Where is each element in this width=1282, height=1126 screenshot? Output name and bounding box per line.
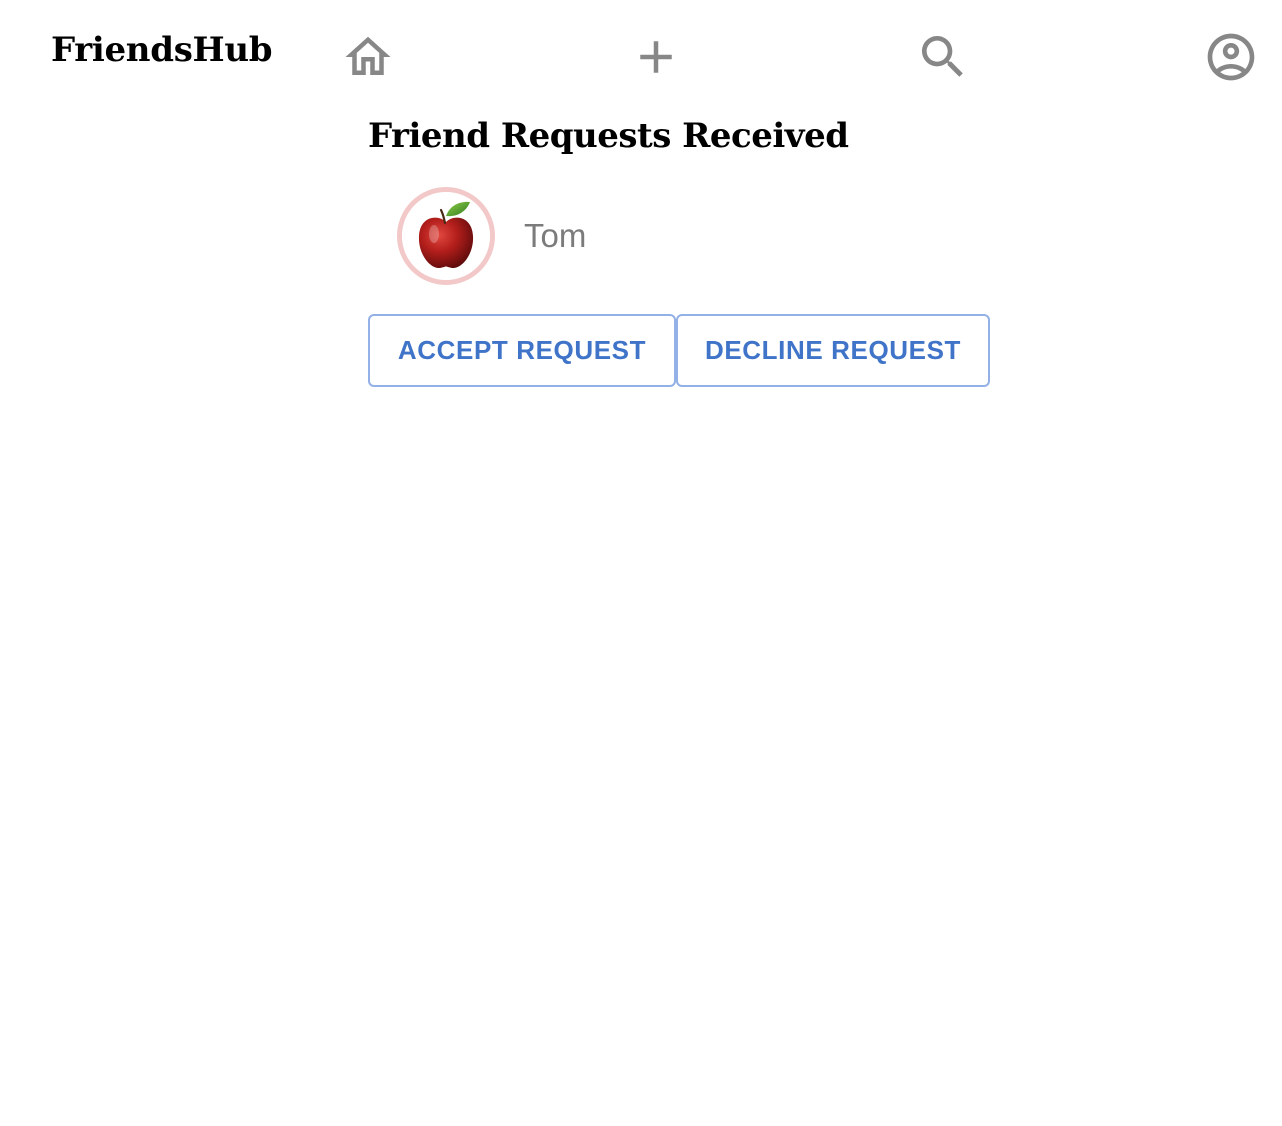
page-title: Friend Requests Received [368, 116, 849, 156]
friend-request-item: Tom [368, 185, 988, 287]
app-root: FriendsHub Friend Requests Received Tom … [0, 0, 1282, 1126]
brand-logo[interactable]: FriendsHub [51, 28, 273, 72]
accept-request-button[interactable]: ACCEPT REQUEST [368, 314, 676, 387]
home-icon[interactable] [340, 29, 396, 85]
search-icon[interactable] [915, 29, 971, 85]
decline-request-button[interactable]: DECLINE REQUEST [676, 314, 990, 387]
avatar[interactable] [397, 187, 495, 285]
add-icon[interactable] [628, 29, 684, 85]
requester-name[interactable]: Tom [524, 215, 586, 257]
apple-photo [402, 192, 490, 280]
account-circle-icon[interactable] [1203, 29, 1259, 85]
